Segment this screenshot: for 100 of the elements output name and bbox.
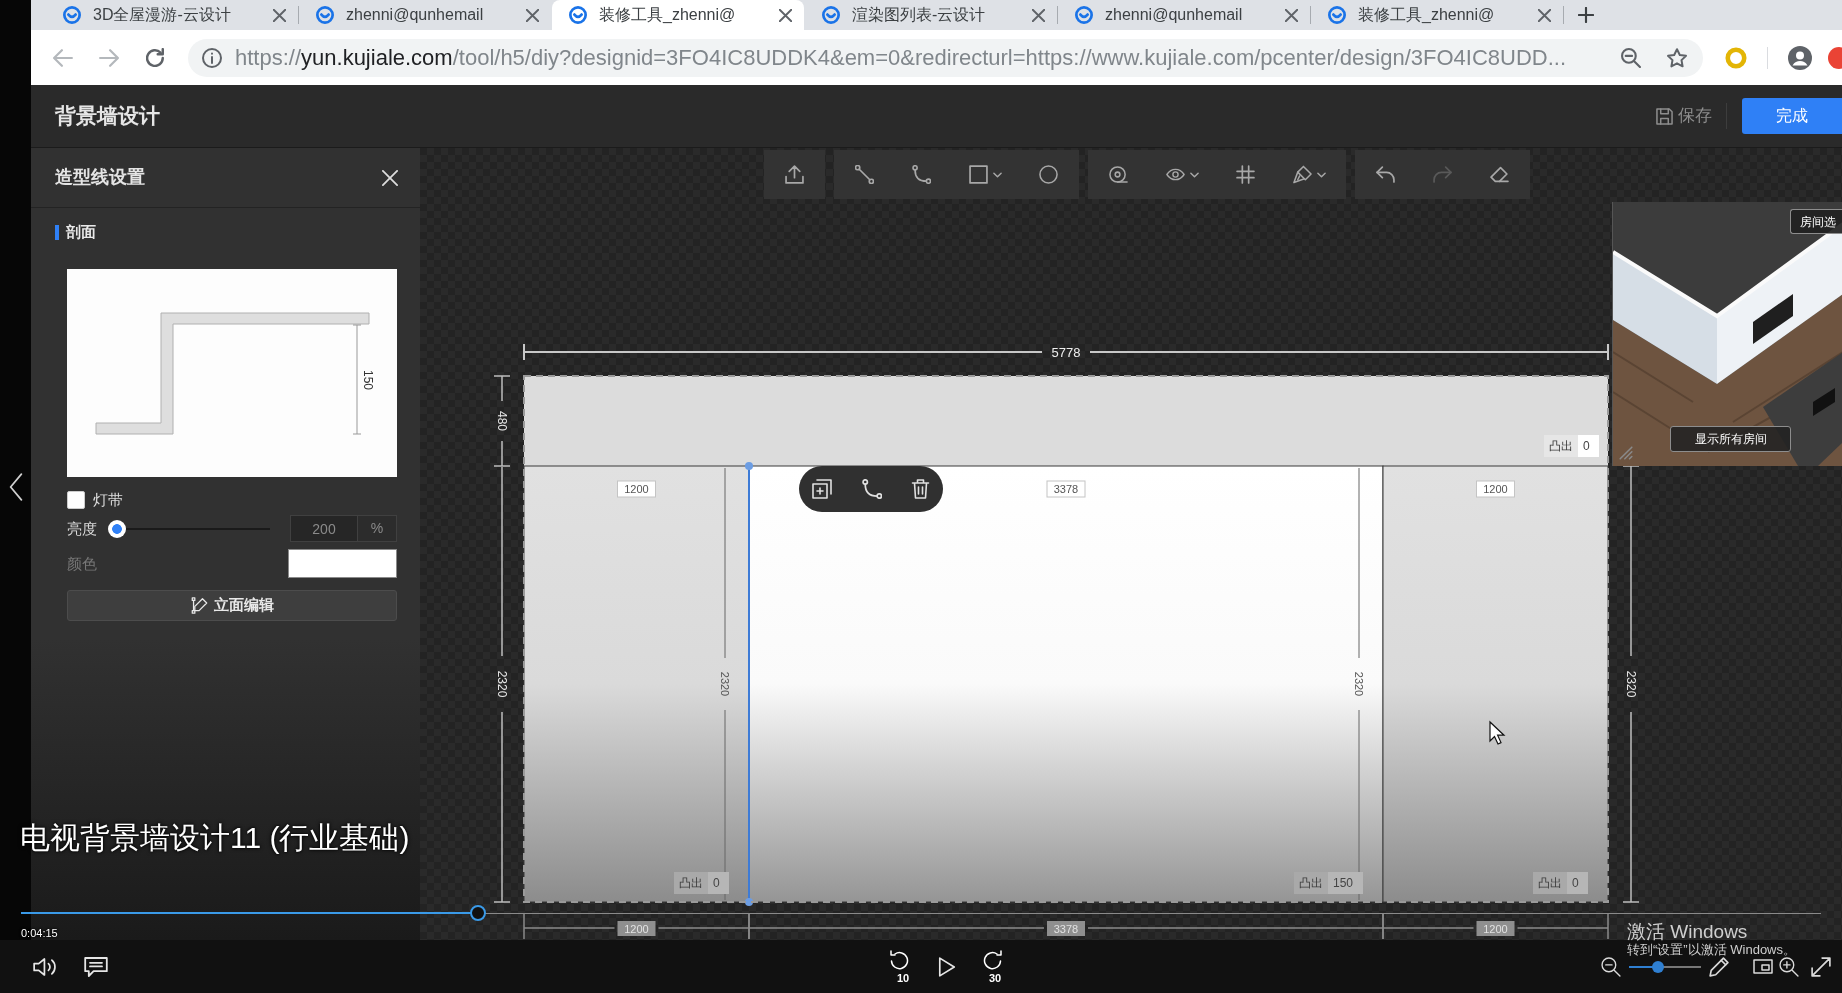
protrusion-field[interactable]: 150	[1328, 872, 1363, 894]
protrusion-field[interactable]: 0	[708, 872, 729, 894]
curve-icon[interactable]	[912, 165, 931, 184]
curve-icon[interactable]	[861, 479, 882, 499]
tape-measure-icon[interactable]	[1109, 165, 1128, 184]
video-title: 电视背景墙设计11 (行业基础)	[20, 820, 410, 856]
dimension-label: 2320	[1624, 670, 1638, 698]
protrusion-label: 凸出	[1533, 872, 1567, 894]
copy-plus-icon[interactable]	[812, 479, 832, 499]
square-icon[interactable]	[968, 165, 988, 184]
resize-grip-icon[interactable]	[1619, 446, 1633, 460]
subtitles-icon[interactable]	[84, 955, 108, 978]
dimension-label: 5778	[1051, 344, 1081, 360]
dimension-label: 3378	[1046, 480, 1086, 498]
light-strip-label: 灯带	[93, 490, 123, 509]
activation-title: 激活 Windows	[1627, 921, 1749, 942]
section-marker	[55, 224, 59, 240]
trash-icon[interactable]	[911, 479, 930, 499]
eraser-icon[interactable]	[1490, 165, 1509, 184]
new-tab-icon[interactable]	[1578, 7, 1594, 23]
activation-message: 转到“设置”以激活 Windows。	[1627, 942, 1796, 957]
address-field[interactable]: https://yun.kujiale.com/tool/h5/diy?designid=3FO4IC8UDDK4&em=0&redirecturl=https://www.kujiale.com/pcenter/design/3FO4IC8UDD...	[188, 38, 1703, 77]
zoom-out-icon[interactable]	[1601, 956, 1621, 977]
counterclockwise-arrow-icon	[890, 949, 910, 970]
panel-title: 造型线设置	[55, 166, 145, 189]
progress-track[interactable]	[21, 905, 1821, 921]
caret-icon[interactable]	[1316, 171, 1326, 178]
slider-thumb[interactable]	[108, 519, 126, 538]
light-strip-checkbox[interactable]	[67, 490, 85, 509]
save-button[interactable]: 保存	[1656, 103, 1712, 129]
room-select-button[interactable]: 房间选	[1790, 209, 1842, 234]
reload-icon[interactable]	[145, 48, 165, 67]
dimension-label: 2320	[719, 671, 731, 697]
dimension-label: 1200	[1476, 480, 1515, 498]
pen-icon[interactable]	[1709, 956, 1729, 977]
site-logo-icon	[316, 6, 334, 24]
wall-panel[interactable]	[748, 465, 1384, 903]
site-logo-icon	[822, 6, 840, 24]
browser-tab[interactable]: 装修工具_zhenni@	[1311, 0, 1563, 30]
caret-icon[interactable]	[1189, 171, 1199, 178]
color-swatch[interactable]	[288, 549, 397, 578]
close-icon[interactable]	[273, 8, 286, 22]
brush-icon[interactable]	[1292, 165, 1312, 184]
slider-thumb[interactable]	[1651, 960, 1664, 973]
dimension-label: 1200	[617, 921, 656, 936]
browser-tab[interactable]: 装修工具_zhenni@	[552, 0, 804, 30]
protrusion-field[interactable]: 0	[1578, 435, 1599, 457]
progress-thumb[interactable]	[470, 905, 487, 921]
brightness-label: 亮度	[67, 519, 98, 538]
chevron-left-icon[interactable]	[8, 473, 23, 501]
clockwise-arrow-icon	[982, 949, 1002, 970]
elevation-edit-button[interactable]: 立面编辑	[67, 590, 397, 621]
expand-icon[interactable]	[1811, 956, 1831, 977]
close-icon[interactable]	[1032, 8, 1045, 22]
room-preview-panel[interactable]: 房间选 显示所有房间	[1612, 202, 1842, 466]
close-icon[interactable]	[1285, 8, 1298, 22]
protrusion-label: 凸出	[674, 872, 708, 894]
close-icon[interactable]	[779, 8, 792, 22]
brightness-input[interactable]: 200	[290, 515, 358, 542]
skip-forward-button[interactable]: 30	[978, 949, 1008, 984]
mini-view-icon[interactable]	[1753, 957, 1773, 976]
cursor-icon	[1489, 720, 1506, 745]
close-icon[interactable]	[1538, 8, 1551, 22]
undo-icon[interactable]	[1376, 165, 1395, 184]
close-icon[interactable]	[526, 8, 539, 22]
site-logo-icon	[1075, 6, 1093, 24]
selected-edge-line[interactable]	[745, 462, 753, 906]
site-logo-icon	[569, 6, 587, 24]
account-icon[interactable]	[1788, 45, 1812, 70]
pencil-icon	[190, 597, 208, 614]
line-icon[interactable]	[855, 165, 874, 184]
zoom-in-icon[interactable]	[1779, 956, 1799, 977]
browser-tab[interactable]: 渲染图列表-云设计	[805, 0, 1057, 30]
done-button[interactable]: 完成	[1742, 98, 1842, 134]
circle-icon[interactable]	[1039, 165, 1058, 184]
extension-icon[interactable]	[1828, 46, 1842, 69]
skip-back-button[interactable]: 10	[886, 949, 916, 984]
dimension-label: 2320	[1353, 671, 1365, 697]
star-icon[interactable]	[1667, 47, 1687, 68]
site-logo-icon	[1328, 6, 1346, 24]
app-title: 背景墙设计	[55, 103, 160, 130]
unit-label: %	[358, 515, 397, 542]
protrusion-label: 凸出	[1294, 872, 1328, 894]
show-all-rooms-button[interactable]: 显示所有房间	[1670, 426, 1791, 452]
color-label: 颜色	[67, 554, 97, 573]
caret-icon[interactable]	[992, 171, 1002, 178]
play-icon[interactable]	[938, 956, 956, 977]
upload-icon[interactable]	[785, 165, 804, 184]
hash-icon[interactable]	[1236, 165, 1255, 184]
info-icon[interactable]	[202, 47, 222, 68]
save-icon	[1656, 107, 1673, 125]
browser-tab[interactable]: zhenni@qunhemail	[299, 0, 551, 30]
section-title: 剖面	[66, 224, 96, 240]
dimension-label: 1200	[1476, 921, 1515, 936]
dimension-label: 150	[361, 370, 375, 390]
browser-tab[interactable]: 3D全屋漫游-云设计	[46, 0, 298, 30]
protrusion-label: 凸出	[1544, 435, 1578, 457]
protrusion-field[interactable]: 0	[1567, 872, 1588, 894]
site-logo-icon	[63, 6, 81, 24]
browser-tab[interactable]: zhenni@qunhemail	[1058, 0, 1310, 30]
